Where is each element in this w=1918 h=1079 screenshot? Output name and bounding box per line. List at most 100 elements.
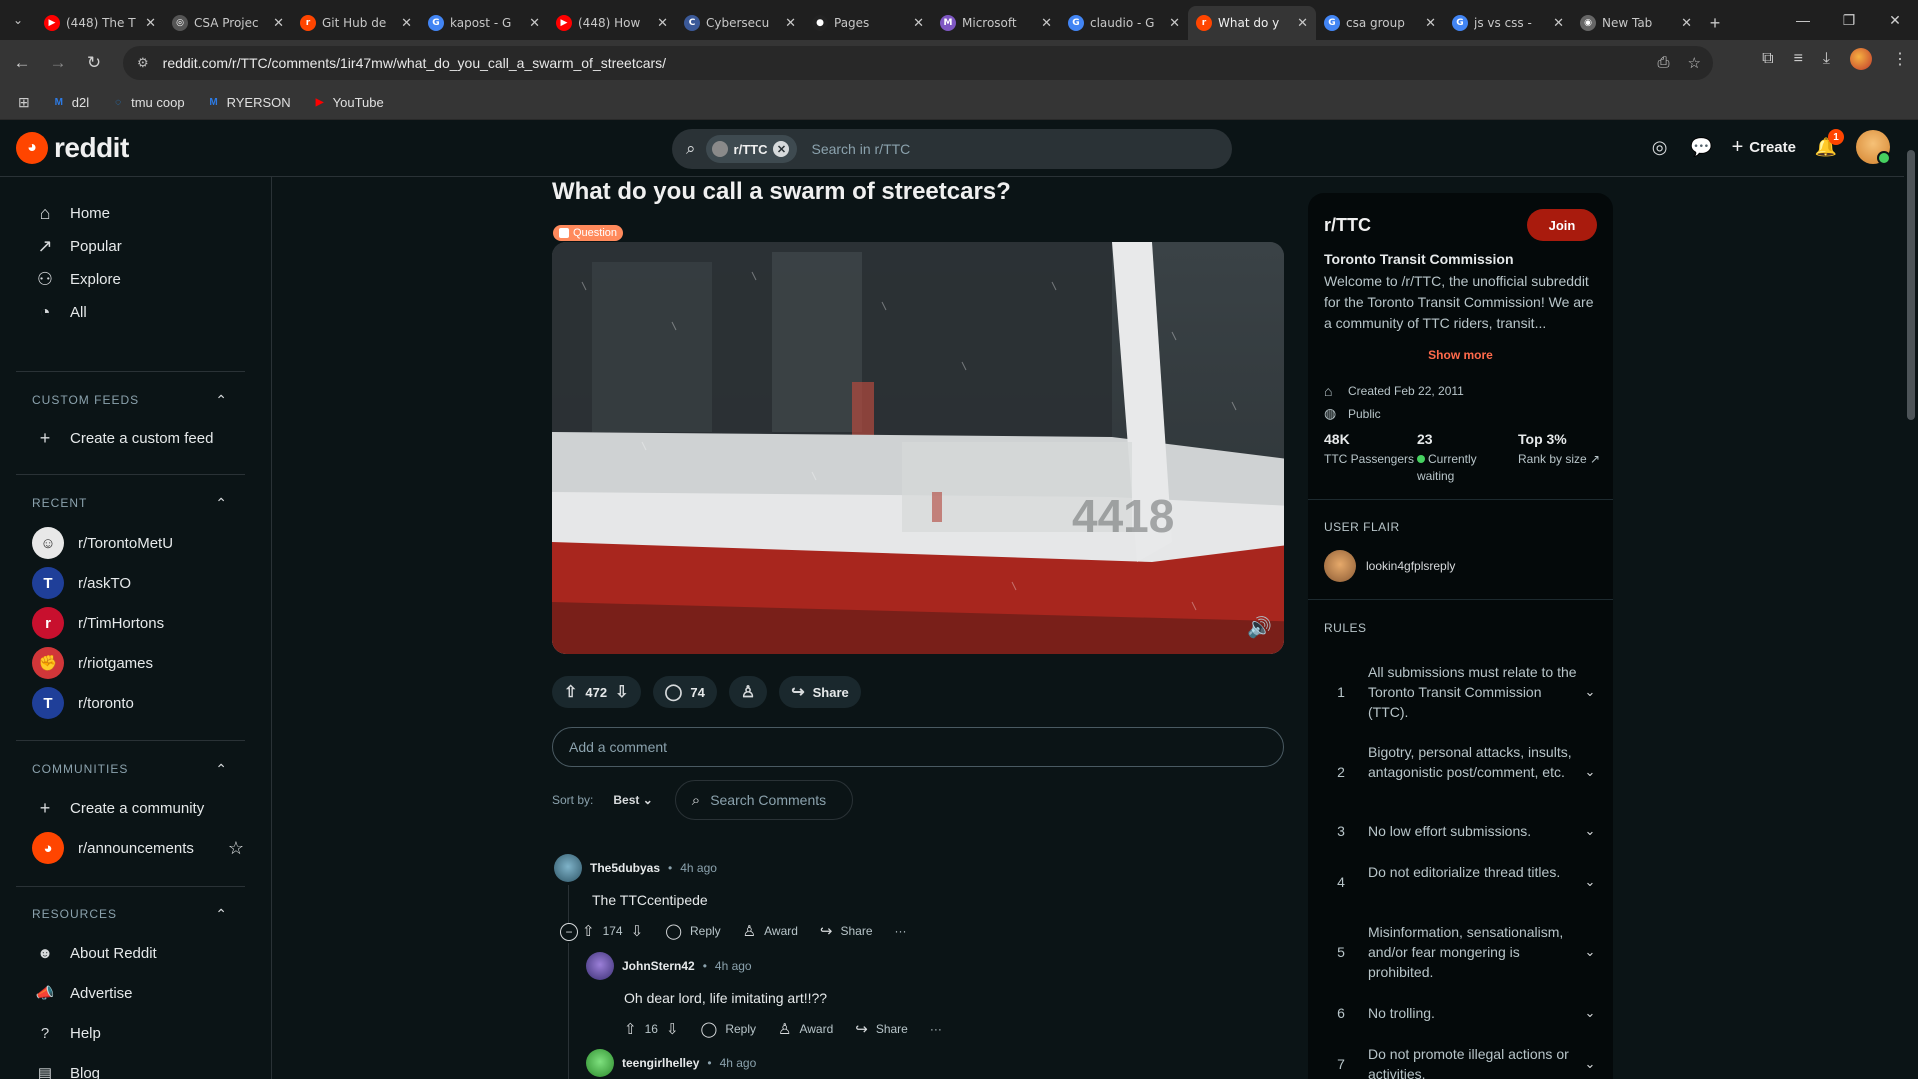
rule-item[interactable]: 7 Do not promote illegal actions or activ… <box>1324 1044 1602 1079</box>
url-bar[interactable]: ⚙ reddit.com/r/TTC/comments/1ir47mw/what… <box>123 46 1713 80</box>
browser-tab[interactable]: ◉ New Tab ✕ <box>1572 6 1700 40</box>
upvote-icon[interactable]: ⇧ <box>564 682 577 702</box>
page-scrollbar[interactable] <box>1904 120 1918 1079</box>
browser-tab[interactable]: ▶ (448) How ✕ <box>548 6 676 40</box>
tab-search-icon[interactable]: ⌄ <box>0 0 36 40</box>
restore-icon[interactable]: ❐ <box>1826 0 1872 40</box>
browser-tab[interactable]: r What do y ✕ <box>1188 6 1316 40</box>
sidebar-item-resource[interactable]: ▤ Blog <box>16 1053 245 1079</box>
sidebar-item-resource[interactable]: ? Help <box>16 1013 245 1053</box>
award-button[interactable]: ♙ <box>728 676 768 708</box>
close-tab-icon[interactable]: ✕ <box>273 16 284 31</box>
post-video[interactable]: 4418 🔊 <box>552 242 1284 654</box>
browser-tab[interactable]: Gjs vs css - ✕ <box>1444 6 1572 40</box>
chevron-down-icon[interactable]: ⌄ <box>1578 682 1602 702</box>
create-community-item[interactable]: + Create a community <box>16 788 245 828</box>
sidebar-item-all[interactable]: ◔ All <box>16 292 245 332</box>
chevron-down-icon[interactable]: ⌄ <box>1578 872 1602 892</box>
close-tab-icon[interactable]: ✕ <box>401 16 412 31</box>
close-tab-icon[interactable]: ✕ <box>1041 16 1052 31</box>
volume-icon[interactable]: 🔊 <box>1247 615 1272 640</box>
rule-item[interactable]: 3 No low effort submissions. ⌄ <box>1324 821 1602 841</box>
extensions-icon[interactable]: ⧉ <box>1762 50 1773 68</box>
more-options-icon[interactable]: ··· <box>930 1022 942 1036</box>
rule-item[interactable]: 4 Do not editorialize thread titles. ⌄ <box>1324 862 1602 892</box>
chevron-down-icon[interactable]: ⌄ <box>1578 942 1602 962</box>
user-flair-item[interactable]: lookin4gfplsreply <box>1324 550 1455 582</box>
downvote-icon[interactable]: ⇩ <box>666 1020 679 1038</box>
reddit-logo[interactable]: ◕ reddit <box>16 132 129 164</box>
recent-header[interactable]: RECENT ⌃ <box>32 493 228 513</box>
bookmark-item[interactable]: Md2l <box>52 95 90 110</box>
share-button[interactable]: ↪ Share <box>855 1020 908 1038</box>
post-flair[interactable]: Question <box>553 225 624 241</box>
close-tab-icon[interactable]: ✕ <box>1169 16 1180 31</box>
join-button[interactable]: Join <box>1527 209 1597 241</box>
browser-tab[interactable]: ▶ (448) The T ✕ <box>36 6 164 40</box>
commenter-avatar[interactable] <box>554 854 582 882</box>
browser-tab[interactable]: Gclaudio - G ✕ <box>1060 6 1188 40</box>
sidebar-item-recent[interactable]: ☺ r/TorontoMetU <box>16 523 245 563</box>
close-tab-icon[interactable]: ✕ <box>1681 16 1692 31</box>
close-tab-icon[interactable]: ✕ <box>657 16 668 31</box>
sidebar-item-recent[interactable]: r r/TimHortons <box>16 603 245 643</box>
chevron-down-icon[interactable]: ⌄ <box>1578 762 1602 782</box>
add-comment-input[interactable]: Add a comment <box>552 727 1284 767</box>
comment-username[interactable]: JohnStern42 <box>622 959 695 973</box>
reload-icon[interactable]: ↻ <box>76 45 112 81</box>
bookmark-item[interactable]: ▶ YouTube <box>313 95 384 110</box>
chat-icon[interactable]: 💬 <box>1690 135 1714 159</box>
rule-item[interactable]: 2 Bigotry, personal attacks, insults, ant… <box>1324 742 1602 782</box>
chevron-down-icon[interactable]: ⌄ <box>1578 1054 1602 1074</box>
browser-tab[interactable]: M Microsoft ✕ <box>932 6 1060 40</box>
close-tab-icon[interactable]: ✕ <box>145 16 156 31</box>
award-button[interactable]: ♙ Award <box>743 922 798 940</box>
share-button[interactable]: ↪ Share <box>779 676 861 708</box>
communities-header[interactable]: COMMUNITIES ⌃ <box>32 759 228 779</box>
close-tab-icon[interactable]: ✕ <box>913 16 924 31</box>
chevron-up-icon[interactable]: ⌃ <box>215 495 228 512</box>
community-name[interactable]: r/TTC <box>1324 215 1371 236</box>
sidebar-item-announcements[interactable]: ◕ r/announcements ☆ <box>16 828 245 868</box>
search-comments-input[interactable]: ⌕ Search Comments <box>674 780 853 820</box>
new-tab-button[interactable]: + <box>1700 6 1730 40</box>
show-more-link[interactable]: Show more <box>1308 348 1613 362</box>
user-avatar[interactable] <box>1856 130 1891 165</box>
upvote-icon[interactable]: ⇧ <box>624 1020 637 1038</box>
downvote-icon[interactable]: ⇩ <box>615 682 628 702</box>
create-post-button[interactable]: + Create <box>1732 136 1796 159</box>
sidebar-item-resource[interactable]: ☻ About Reddit <box>16 933 245 973</box>
browser-tab[interactable]: r Git Hub de ✕ <box>292 6 420 40</box>
close-tab-icon[interactable]: ✕ <box>1425 16 1436 31</box>
close-tab-icon[interactable]: ✕ <box>1297 16 1308 31</box>
downvote-icon[interactable]: ⇩ <box>631 922 644 940</box>
chevron-up-icon[interactable]: ⌃ <box>215 906 228 923</box>
install-app-icon[interactable]: ⎙ <box>1658 54 1670 72</box>
site-info-icon[interactable]: ⚙ <box>137 55 149 71</box>
create-custom-feed-item[interactable]: + Create a custom feed <box>16 418 245 458</box>
apps-grid-icon[interactable]: ⊞ <box>18 94 30 111</box>
downloads-icon[interactable]: ⤓ <box>1823 50 1830 68</box>
sidebar-item-recent[interactable]: Tr/askTO <box>16 563 245 603</box>
back-icon[interactable]: ← <box>4 45 40 81</box>
commenter-avatar[interactable] <box>586 952 614 980</box>
sidebar-item-recent[interactable]: ✊ r/riotgames <box>16 643 245 683</box>
close-tab-icon[interactable]: ✕ <box>785 16 796 31</box>
advertise-icon[interactable]: ◎ <box>1648 135 1672 159</box>
sort-dropdown[interactable]: Best ⌄ <box>613 793 652 807</box>
sidebar-item-resource[interactable]: 📣 Advertise <box>16 973 245 1013</box>
browser-tab[interactable]: Gcsa group ✕ <box>1316 6 1444 40</box>
bookmark-star-icon[interactable]: ☆ <box>1688 54 1701 72</box>
resources-header[interactable]: RESOURCES ⌃ <box>32 904 228 924</box>
chevron-down-icon[interactable]: ⌄ <box>1578 821 1602 841</box>
close-tab-icon[interactable]: ✕ <box>1553 16 1564 31</box>
notifications-icon[interactable]: 🔔 1 <box>1814 129 1844 159</box>
rule-item[interactable]: 5 Misinformation, sensationalism, and/or … <box>1324 922 1602 982</box>
commenter-avatar[interactable] <box>586 1049 614 1077</box>
search-bar[interactable]: ⌕ r/TTC ✕ Search in r/TTC <box>672 129 1232 169</box>
comments-button[interactable]: ◯ 74 <box>652 676 717 708</box>
sidebar-item-recent[interactable]: Tr/toronto <box>16 683 245 723</box>
chevron-up-icon[interactable]: ⌃ <box>215 392 228 409</box>
minimize-icon[interactable]: — <box>1780 0 1826 40</box>
browser-tab[interactable]: Gkapost - G ✕ <box>420 6 548 40</box>
